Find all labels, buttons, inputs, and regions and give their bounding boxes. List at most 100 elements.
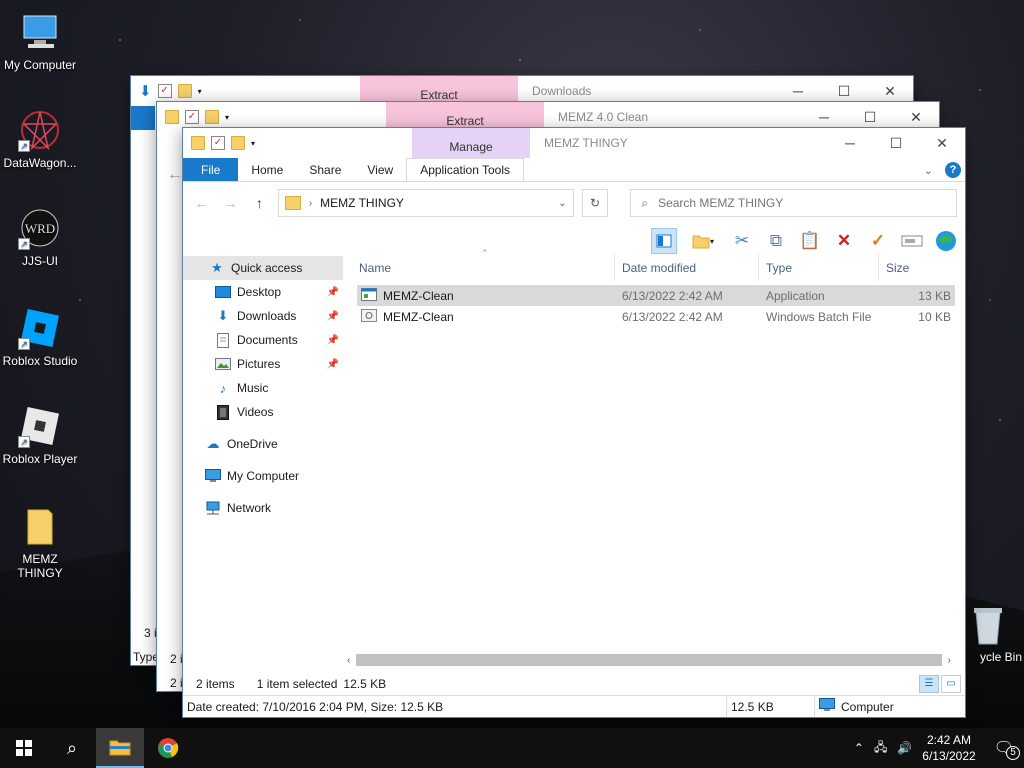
properties-icon[interactable]: ✓ (211, 136, 225, 150)
nav-documents[interactable]: Documents 📌 (183, 328, 343, 352)
action-center-icon[interactable]: 🗨 5 (994, 738, 1020, 760)
file-list[interactable]: ⌃ Name Date modified Type Size MEMZ-Clea… (343, 248, 965, 673)
desktop-icon-label: My Computer (3, 58, 77, 72)
new-folder-icon[interactable] (205, 110, 219, 124)
nav-label: Downloads (237, 309, 297, 323)
new-folder-icon[interactable] (231, 136, 245, 150)
properties-icon[interactable]: ✓ (157, 84, 172, 98)
scroll-left-icon[interactable]: ‹ (347, 655, 350, 666)
address-dropdown-icon[interactable]: ⌄ (558, 198, 566, 209)
address-bar[interactable]: › MEMZ THINGY ⌄ (277, 189, 574, 217)
location-label: Computer (841, 699, 894, 714)
tab-share[interactable]: Share (296, 158, 354, 181)
rename-icon[interactable] (899, 228, 925, 254)
column-header-type[interactable]: Type (759, 254, 879, 281)
tab-file[interactable]: File (183, 158, 239, 181)
navigation-pane[interactable]: ★ Quick access Desktop 📌 ⬇ Downloads 📌 D… (183, 254, 343, 673)
shortcut-arrow-icon: ↗ (18, 140, 30, 152)
nav-my-computer[interactable]: My Computer (183, 464, 343, 488)
large-icons-view-icon[interactable]: ▭ (941, 675, 961, 693)
clock[interactable]: 2:42 AM 6/13/2022 (922, 732, 975, 764)
paste-icon[interactable]: 📋 (797, 228, 823, 254)
preview-pane-icon[interactable] (651, 228, 677, 254)
item-count: 2 items (196, 677, 235, 691)
documents-icon (215, 332, 231, 348)
search-icon: ⌕ (641, 195, 649, 210)
cut-icon[interactable]: ✂ (729, 228, 755, 254)
svg-text:WRD: WRD (25, 221, 55, 236)
close-button[interactable]: ✕ (919, 128, 965, 158)
forward-button[interactable]: → (220, 195, 241, 211)
new-folder-icon[interactable] (177, 84, 192, 98)
help-icon[interactable]: ? (945, 162, 961, 178)
refresh-button[interactable]: ↻ (581, 189, 609, 217)
tab-view[interactable]: View (354, 158, 406, 181)
expand-ribbon-chevron-icon[interactable]: ⌄ (924, 164, 933, 177)
volume-icon[interactable]: 🔊 (897, 741, 912, 755)
nav-onedrive[interactable]: ☁ OneDrive (183, 432, 343, 456)
check-icon[interactable]: ✓ (865, 228, 891, 254)
breadcrumb-separator-icon[interactable]: › (309, 198, 312, 209)
desktop-icon-roblox-player[interactable]: ↗ Roblox Player (0, 404, 80, 466)
network-tray-icon[interactable]: 🖧 (874, 738, 887, 759)
search-button[interactable]: ⌕ (48, 728, 96, 768)
chevron-down-icon[interactable]: ▾ (225, 113, 229, 122)
roblox-player-icon: ↗ (18, 404, 62, 448)
start-button[interactable] (0, 728, 48, 768)
file-row[interactable]: MEMZ-Clean 6/13/2022 2:42 AM Windows Bat… (357, 306, 955, 327)
back-button[interactable]: ← (191, 195, 212, 211)
taskbar-file-explorer[interactable] (96, 728, 144, 768)
pin-icon[interactable]: 📌 (327, 359, 339, 370)
chevron-down-icon[interactable]: ▾ (251, 139, 255, 148)
system-tray: ⌃ 🖧 🔊 2:42 AM 6/13/2022 🗨 5 (854, 728, 1024, 768)
shortcut-arrow-icon: ↗ (18, 436, 30, 448)
tab-application-tools[interactable]: Application Tools (406, 158, 525, 181)
chevron-down-icon[interactable]: ▾ (198, 87, 202, 96)
up-button[interactable]: ↑ (249, 195, 270, 211)
maximize-button[interactable]: ☐ (873, 128, 919, 158)
minimize-button[interactable]: ─ (827, 128, 873, 158)
recycle-bin-icon (964, 602, 1008, 646)
address-path[interactable]: MEMZ THINGY (320, 196, 550, 210)
explorer-window-memz-thingy[interactable]: ✓ ▾ Manage MEMZ THINGY ─ ☐ ✕ File Home S… (182, 127, 966, 718)
copy-icon[interactable]: ⧉ (763, 228, 789, 254)
horizontal-scrollbar[interactable]: ‹ › (347, 653, 951, 667)
desktop-icon-datawagon[interactable]: ↗ DataWagon... (0, 108, 80, 170)
computer-icon (205, 468, 221, 484)
pin-icon[interactable]: 📌 (327, 311, 339, 322)
tab-home[interactable]: Home (238, 158, 296, 181)
desktop-icon-jjs-ui[interactable]: WRD ↗ JJS-UI (0, 206, 80, 268)
view-buttons: ☰ ▭ (919, 675, 961, 693)
clock-date: 6/13/2022 (922, 749, 976, 763)
file-row[interactable]: MEMZ-Clean 6/13/2022 2:42 AM Application… (357, 285, 955, 306)
desktop-icon-roblox-studio[interactable]: ↗ Roblox Studio (0, 306, 80, 368)
column-header-date-modified[interactable]: Date modified (615, 254, 759, 281)
new-folder-menu-icon[interactable]: ▾ (685, 228, 721, 254)
nav-quick-access[interactable]: ★ Quick access (183, 256, 343, 280)
details-view-icon[interactable]: ☰ (919, 675, 939, 693)
search-box[interactable]: ⌕ (630, 189, 957, 217)
scroll-thumb[interactable] (356, 654, 942, 666)
column-header-name[interactable]: Name (343, 254, 615, 281)
search-input[interactable] (658, 196, 946, 210)
pin-icon[interactable]: 📌 (327, 335, 339, 346)
scroll-right-icon[interactable]: › (948, 655, 951, 666)
desktop-icon-my-computer[interactable]: My Computer (0, 10, 80, 72)
nav-music[interactable]: ♪ Music (183, 376, 343, 400)
chevron-up-icon[interactable]: ⌃ (854, 741, 864, 755)
nav-desktop[interactable]: Desktop 📌 (183, 280, 343, 304)
nav-pictures[interactable]: Pictures 📌 (183, 352, 343, 376)
nav-videos[interactable]: Videos (183, 400, 343, 424)
download-icon: ⬇ (217, 308, 229, 323)
nav-downloads[interactable]: ⬇ Downloads 📌 (183, 304, 343, 328)
taskbar-chrome[interactable] (144, 728, 192, 768)
column-header-size[interactable]: Size (879, 254, 955, 281)
pin-icon[interactable]: 📌 (327, 287, 339, 298)
nav-network[interactable]: Network (183, 496, 343, 520)
back-arrow-icon[interactable]: ← (167, 166, 183, 184)
titlebar[interactable]: ✓ ▾ Manage MEMZ THINGY ─ ☐ ✕ (183, 128, 965, 158)
globe-icon[interactable] (933, 228, 959, 254)
properties-icon[interactable]: ✓ (185, 110, 199, 124)
delete-icon[interactable]: ✕ (831, 228, 857, 254)
desktop-icon-memz-thingy[interactable]: MEMZ THINGY (0, 504, 80, 580)
